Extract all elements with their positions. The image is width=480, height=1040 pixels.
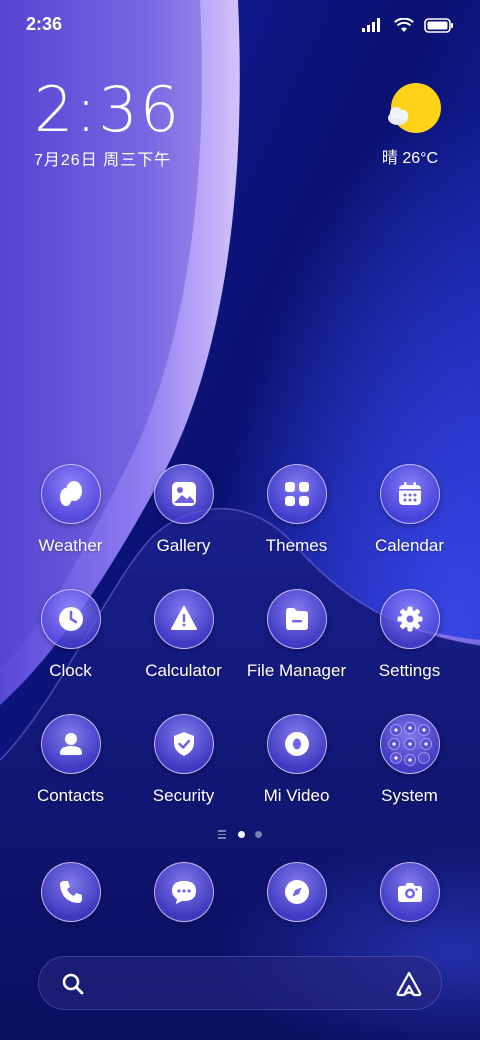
dock [14, 862, 466, 924]
clock-widget[interactable]: 2:36 7月26日 周三下午 [34, 78, 181, 170]
dock-browser[interactable] [240, 862, 353, 924]
sunny-cloud-icon [388, 83, 441, 133]
clock-widget-date: 7月26日 周三下午 [34, 152, 172, 169]
app-icon-circle [40, 589, 101, 649]
app-calculator[interactable]: Calculator [127, 589, 240, 695]
app-label: Mi Video [263, 786, 330, 805]
app-label: Clock [49, 661, 92, 680]
app-icon-circle [379, 589, 440, 649]
weather-widget[interactable]: 晴 26°C [382, 82, 444, 168]
status-time: 2:36 [26, 14, 63, 34]
app-label: Weather [38, 536, 103, 555]
security-icon [173, 732, 194, 756]
clock-icon [58, 607, 83, 631]
app-security[interactable]: Security [127, 714, 240, 820]
status-bar: 2:36 [0, 0, 480, 50]
app-icon-circle [379, 464, 440, 524]
browser-icon [284, 880, 309, 904]
status-icons [362, 14, 454, 36]
app-label: File Manager [246, 661, 347, 680]
dock-phone[interactable] [14, 862, 127, 924]
battery-icon [424, 17, 453, 33]
app-icon-circle [379, 862, 440, 922]
app-calendar[interactable]: Calendar [353, 464, 466, 570]
app-icon-circle [153, 862, 214, 922]
page-menu-icon [218, 830, 226, 839]
app-grid: Weather Gallery Themes Calendar Clock Ca… [14, 464, 466, 820]
app-file-manager[interactable]: File Manager [240, 589, 353, 695]
page-indicator[interactable] [0, 830, 480, 839]
app-icon-circle [153, 714, 214, 774]
app-settings[interactable]: Settings [353, 589, 466, 695]
app-label: Contacts [36, 786, 105, 805]
calendar-icon [398, 482, 421, 505]
signal-icon [362, 18, 380, 32]
app-icon-circle [266, 714, 327, 774]
contacts-icon [59, 733, 82, 755]
app-icon-circle [266, 862, 327, 922]
page-dot-1 [238, 830, 245, 838]
app-icon-circle [40, 464, 101, 524]
messages-icon [171, 881, 196, 904]
clock-widget-time: 2:36 [34, 73, 182, 146]
app-label: System [381, 786, 438, 805]
app-icon-circle [153, 464, 214, 524]
search-icon [62, 973, 84, 995]
app-label: Gallery [156, 536, 211, 555]
app-weather[interactable]: Weather [14, 464, 127, 570]
file-manager-icon [285, 608, 308, 630]
app-label: Settings [378, 661, 441, 680]
camera-icon [397, 883, 422, 902]
calculator-icon [170, 606, 197, 630]
wifi-icon [394, 17, 414, 32]
app-label: Calendar [375, 536, 444, 555]
search-bar[interactable] [38, 956, 442, 1010]
app-icon-circle [379, 714, 440, 774]
settings-icon [397, 606, 422, 632]
phone-icon [59, 881, 82, 903]
page-dot-2 [255, 830, 262, 838]
app-clock[interactable]: Clock [14, 589, 127, 695]
dock-messages[interactable] [127, 862, 240, 924]
app-icon-circle [40, 714, 101, 774]
weather-icon [59, 481, 82, 506]
app-icon-circle [40, 862, 101, 922]
app-icon-circle [153, 589, 214, 649]
dock-camera[interactable] [353, 862, 466, 924]
app-label: Security [152, 786, 215, 805]
themes-icon [284, 482, 309, 506]
weather-text: 晴 26°C [381, 150, 439, 167]
app-icon-circle [266, 464, 327, 524]
gallery-icon [171, 482, 196, 506]
app-gallery[interactable]: Gallery [127, 464, 240, 570]
system-folder-icon [387, 722, 432, 766]
assistant-icon[interactable] [395, 970, 423, 998]
mi-video-icon [284, 732, 309, 756]
app-mi-video[interactable]: Mi Video [240, 714, 353, 820]
app-icon-circle [266, 589, 327, 649]
app-label: Calculator [145, 661, 222, 680]
app-system-folder[interactable]: System [353, 714, 466, 820]
app-contacts[interactable]: Contacts [14, 714, 127, 820]
app-label: Themes [265, 536, 328, 555]
app-themes[interactable]: Themes [240, 464, 353, 570]
